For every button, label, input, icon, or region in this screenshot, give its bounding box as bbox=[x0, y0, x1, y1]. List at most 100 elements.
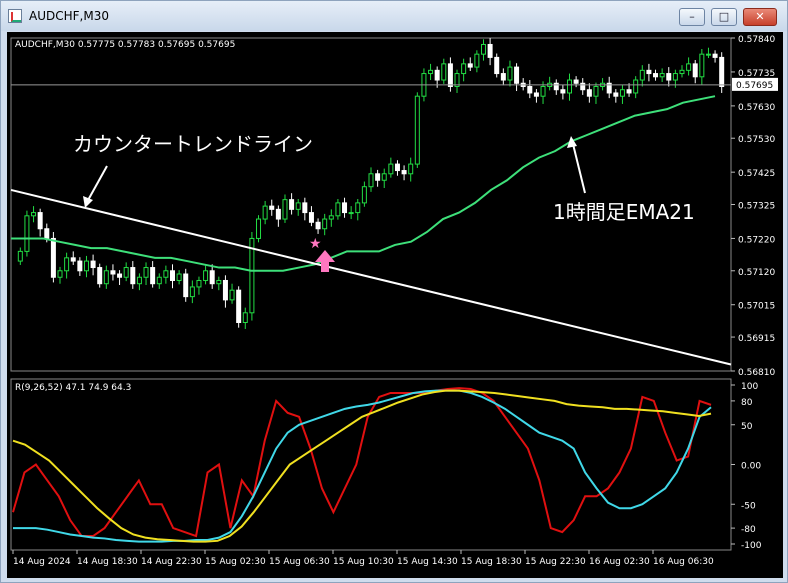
chart-window-icon bbox=[8, 9, 22, 23]
candle-body bbox=[348, 212, 354, 215]
price-tick-label: 0.57735 bbox=[738, 69, 775, 79]
candle-body bbox=[229, 289, 235, 301]
candle-body bbox=[189, 286, 195, 298]
oscillator-panel-header: R(9,26,52) 47.1 74.9 64.3 bbox=[15, 383, 131, 393]
candle-body bbox=[236, 289, 242, 324]
candle-body bbox=[256, 218, 262, 239]
osc-tick-label: -80 bbox=[741, 525, 756, 535]
candle-body bbox=[467, 63, 473, 68]
oscillator-red-line bbox=[12, 387, 712, 538]
candle-body bbox=[322, 218, 328, 230]
candle-body bbox=[328, 215, 334, 220]
candle-body bbox=[163, 270, 169, 278]
candle-body bbox=[123, 267, 129, 278]
candle-body bbox=[183, 273, 189, 298]
candle-body bbox=[169, 270, 175, 281]
candle-body bbox=[500, 73, 506, 81]
candle-body bbox=[388, 163, 394, 175]
candle-body bbox=[586, 89, 592, 97]
candle-body bbox=[573, 79, 579, 84]
candle-body bbox=[553, 82, 559, 91]
candlestick-series bbox=[17, 38, 725, 329]
candle-body bbox=[64, 257, 70, 272]
candle-body bbox=[461, 63, 467, 75]
candle-body bbox=[37, 212, 43, 230]
candle-body bbox=[203, 270, 209, 281]
candle-body bbox=[441, 63, 447, 81]
time-tick-label: 15 Aug 14:30 bbox=[397, 557, 458, 567]
candle-body bbox=[83, 260, 89, 272]
candle-body bbox=[176, 273, 182, 281]
price-panel-header: AUDCHF,M30 0.57775 0.57783 0.57695 0.576… bbox=[15, 40, 235, 50]
candle-body bbox=[136, 276, 142, 285]
price-tick-label: 0.57325 bbox=[738, 202, 775, 212]
candle-body bbox=[24, 215, 30, 252]
candle-body bbox=[308, 212, 314, 223]
candle-body bbox=[514, 66, 520, 84]
candle-body bbox=[653, 73, 659, 78]
annotation-arrow-line bbox=[572, 143, 586, 194]
candle-body bbox=[699, 53, 705, 78]
candle-body bbox=[613, 92, 619, 97]
candle-body bbox=[428, 69, 434, 75]
candle-body bbox=[242, 312, 248, 324]
candle-body bbox=[44, 228, 50, 239]
candle-body bbox=[401, 170, 407, 175]
candle-body bbox=[580, 82, 586, 91]
candle-body bbox=[103, 270, 109, 285]
candle-body bbox=[646, 69, 652, 75]
candle-body bbox=[342, 202, 348, 214]
candle-body bbox=[315, 221, 321, 230]
osc-tick-label: 0.00 bbox=[741, 462, 761, 472]
oscillator-yellow-line bbox=[12, 389, 712, 543]
candle-body bbox=[527, 85, 533, 94]
candle-body bbox=[494, 56, 500, 75]
time-tick-label: 16 Aug 02:30 bbox=[589, 557, 650, 567]
candle-body bbox=[692, 63, 698, 78]
candle-body bbox=[487, 43, 493, 58]
time-tick-label: 15 Aug 18:30 bbox=[461, 557, 522, 567]
candle-body bbox=[480, 43, 486, 55]
candle-body bbox=[209, 270, 215, 285]
app-window: AUDCHF,M30 – □ ✕ 0.57840 0.57735 0.57630 0.… bbox=[0, 0, 788, 583]
candle-body bbox=[110, 270, 116, 275]
price-tick-label: 0.57425 bbox=[738, 169, 775, 179]
candle-body bbox=[302, 202, 308, 214]
maximize-button[interactable]: □ bbox=[711, 8, 737, 26]
candle-body bbox=[381, 173, 387, 181]
candle-body bbox=[633, 79, 639, 94]
price-tick-label: 0.57015 bbox=[738, 302, 775, 312]
window-title: AUDCHF,M30 bbox=[29, 9, 109, 23]
price-tick-label: 0.57120 bbox=[738, 268, 775, 278]
candle-body bbox=[567, 79, 573, 94]
close-button[interactable]: ✕ bbox=[743, 8, 777, 26]
candle-body bbox=[117, 273, 123, 278]
candle-body bbox=[156, 276, 162, 285]
ema21-line bbox=[11, 95, 716, 272]
candle-body bbox=[143, 267, 149, 278]
candle-body bbox=[70, 257, 76, 262]
title-bar[interactable]: AUDCHF,M30 – □ ✕ bbox=[1, 1, 787, 31]
time-tick-label: 14 Aug 22:30 bbox=[141, 557, 202, 567]
candle-body bbox=[77, 260, 83, 272]
candle-body bbox=[619, 89, 625, 97]
candle-body bbox=[394, 163, 400, 172]
candle-body bbox=[355, 202, 361, 214]
time-tick-label: 14 Aug 18:30 bbox=[77, 557, 138, 567]
price-tick-label: 0.56810 bbox=[738, 368, 775, 378]
candle-body bbox=[216, 279, 222, 285]
minimize-button[interactable]: – bbox=[679, 8, 705, 26]
chart-area[interactable]: 0.57840 0.57735 0.57630 0.57530 0.57425 0.573… bbox=[7, 32, 783, 578]
time-tick-label: 15 Aug 06:30 bbox=[269, 557, 330, 567]
candle-body bbox=[540, 85, 546, 97]
candle-body bbox=[97, 267, 103, 285]
price-tick-label: 0.57840 bbox=[738, 35, 775, 45]
candle-body bbox=[686, 63, 692, 71]
time-tick-label: 16 Aug 06:30 bbox=[653, 557, 714, 567]
price-tick-label: 0.57220 bbox=[738, 235, 775, 245]
candle-body bbox=[719, 56, 725, 87]
candle-body bbox=[50, 237, 56, 278]
candle-body bbox=[626, 89, 632, 94]
time-tick-label: 14 Aug 2024 bbox=[13, 557, 71, 567]
candle-body bbox=[368, 173, 374, 188]
